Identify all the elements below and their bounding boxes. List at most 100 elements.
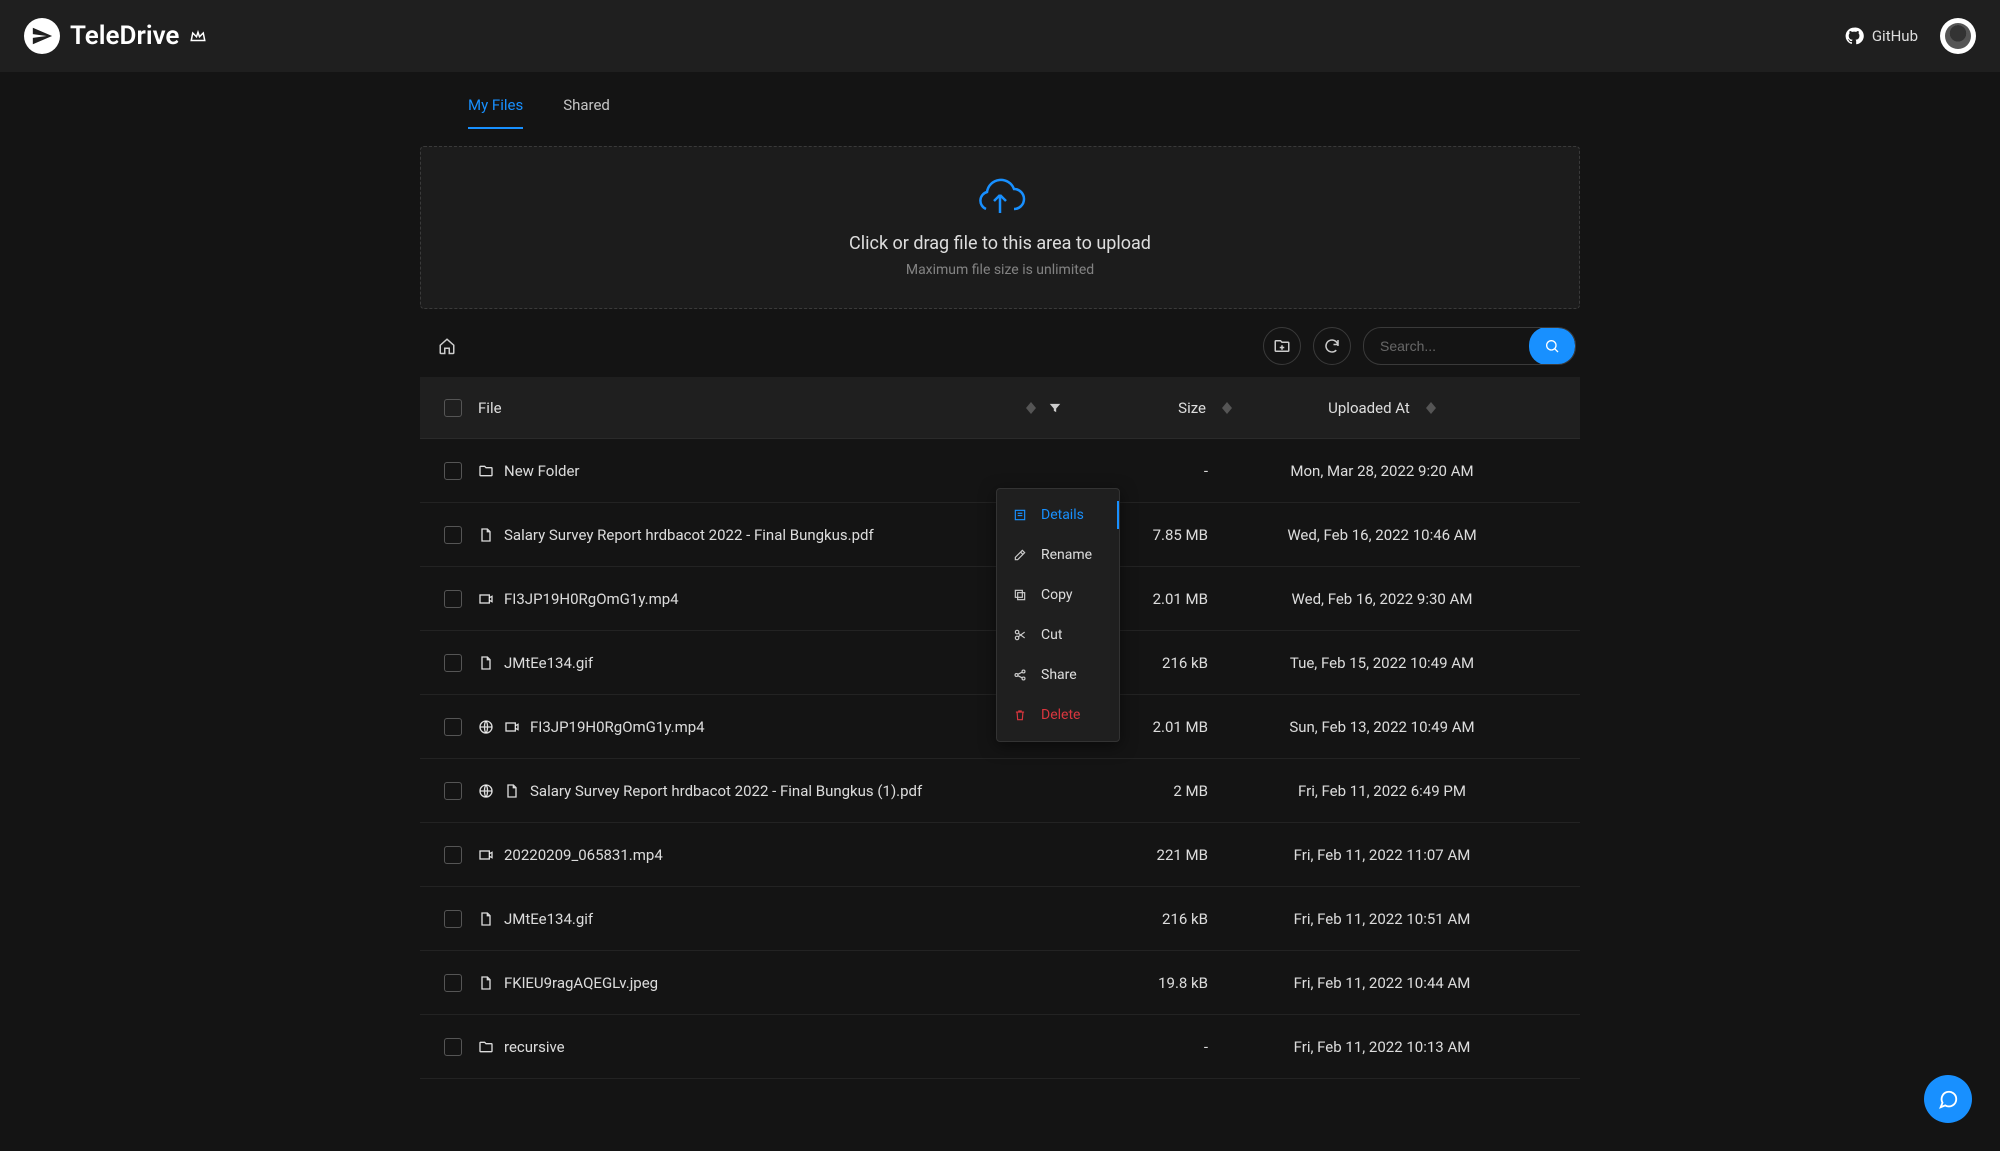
row-checkbox[interactable] [444, 910, 462, 928]
row-checkbox[interactable] [444, 974, 462, 992]
file-date: Mon, Mar 28, 2022 9:20 AM [1232, 462, 1532, 480]
video-icon [478, 591, 494, 607]
file-name: recursive [504, 1038, 565, 1056]
chat-fab[interactable] [1924, 1075, 1972, 1123]
select-all-checkbox[interactable] [444, 399, 462, 417]
ctx-copy[interactable]: Copy [997, 575, 1119, 615]
row-checkbox[interactable] [444, 590, 462, 608]
search-input[interactable] [1364, 338, 1529, 354]
file-cell[interactable]: JMtEe134.gif [478, 910, 1062, 928]
column-size[interactable]: Size [1062, 399, 1232, 417]
dropzone-title: Click or drag file to this area to uploa… [421, 233, 1579, 254]
ctx-details[interactable]: Details [997, 495, 1119, 535]
table-row[interactable]: 20220209_065831.mp4221 MBFri, Feb 11, 20… [420, 823, 1580, 887]
file-size: 221 MB [1062, 846, 1232, 864]
github-link[interactable]: GitHub [1844, 26, 1918, 46]
tab-my-files[interactable]: My Files [468, 82, 523, 128]
file-date: Tue, Feb 15, 2022 10:49 AM [1232, 654, 1532, 672]
file-date: Fri, Feb 11, 2022 10:44 AM [1232, 974, 1532, 992]
edit-icon [1013, 548, 1029, 562]
ctx-cut[interactable]: Cut [997, 615, 1119, 655]
folder-icon [478, 463, 494, 479]
avatar[interactable] [1940, 18, 1976, 54]
file-date: Fri, Feb 11, 2022 6:49 PM [1232, 782, 1532, 800]
file-cell[interactable]: JMtEe134.gif [478, 654, 1062, 672]
sort-icon [1026, 402, 1036, 414]
sort-icon [1222, 402, 1232, 414]
sort-icon [1426, 402, 1436, 414]
file-date: Wed, Feb 16, 2022 10:46 AM [1232, 526, 1532, 544]
file-size: - [1062, 462, 1232, 480]
telegram-cloud-icon [24, 18, 60, 54]
crown-icon [189, 27, 207, 45]
breadcrumb-home-icon[interactable] [432, 331, 462, 361]
brand-name: TeleDrive [70, 21, 179, 51]
row-checkbox[interactable] [444, 1038, 462, 1056]
row-checkbox[interactable] [444, 526, 462, 544]
row-checkbox[interactable] [444, 462, 462, 480]
search-icon [1544, 338, 1560, 354]
add-folder-button[interactable] [1263, 327, 1301, 365]
row-checkbox[interactable] [444, 654, 462, 672]
file-cell[interactable]: FI3JP19H0RgOmG1y.mp4 [478, 718, 1062, 736]
github-label: GitHub [1872, 27, 1918, 45]
table-header: File Size Uploaded At [420, 377, 1580, 439]
file-date: Wed, Feb 16, 2022 9:30 AM [1232, 590, 1532, 608]
row-checkbox[interactable] [444, 846, 462, 864]
table-row[interactable]: Salary Survey Report hrdbacot 2022 - Fin… [420, 759, 1580, 823]
upload-dropzone[interactable]: Click or drag file to this area to uploa… [420, 146, 1580, 309]
trash-icon [1013, 708, 1029, 722]
video-icon [478, 847, 494, 863]
share-icon [1013, 668, 1029, 682]
file-cell[interactable]: FI3JP19H0RgOmG1y.mp4 [478, 590, 1062, 608]
column-file[interactable]: File [478, 399, 1062, 417]
file-name: JMtEe134.gif [504, 654, 593, 672]
file-size: 2 MB [1062, 782, 1232, 800]
header-right: GitHub [1844, 18, 1976, 54]
column-uploaded[interactable]: Uploaded At [1232, 399, 1532, 417]
row-checkbox[interactable] [444, 718, 462, 736]
tabs: My Files Shared [420, 72, 1580, 128]
file-name: FI3JP19H0RgOmG1y.mp4 [530, 718, 705, 736]
ctx-delete[interactable]: Delete [997, 695, 1119, 735]
file-name: Salary Survey Report hrdbacot 2022 - Fin… [530, 782, 922, 800]
app-header: TeleDrive GitHub [0, 0, 2000, 72]
file-cell[interactable]: recursive [478, 1038, 1062, 1056]
file-cell[interactable]: Salary Survey Report hrdbacot 2022 - Fin… [478, 526, 1062, 544]
file-name: FI3JP19H0RgOmG1y.mp4 [504, 590, 679, 608]
file-icon [478, 655, 494, 671]
file-cell[interactable]: 20220209_065831.mp4 [478, 846, 1062, 864]
file-name: FKlEU9ragAQEGLv.jpeg [504, 974, 658, 992]
toolbar [420, 309, 1580, 377]
search-button[interactable] [1529, 327, 1575, 365]
ctx-rename[interactable]: Rename [997, 535, 1119, 575]
file-size: - [1062, 1038, 1232, 1056]
github-icon [1844, 26, 1864, 46]
row-checkbox[interactable] [444, 782, 462, 800]
table-row[interactable]: recursive-Fri, Feb 11, 2022 10:13 AM [420, 1015, 1580, 1079]
refresh-button[interactable] [1313, 327, 1351, 365]
file-size: 19.8 kB [1062, 974, 1232, 992]
table-row[interactable]: JMtEe134.gif216 kBFri, Feb 11, 2022 10:5… [420, 887, 1580, 951]
table-row[interactable]: FKlEU9ragAQEGLv.jpeg 19.8 kBFri, Feb 11, … [420, 951, 1580, 1015]
ctx-share[interactable]: Share [997, 655, 1119, 695]
chat-icon [1937, 1088, 1959, 1110]
brand-logo[interactable]: TeleDrive [24, 18, 207, 54]
file-cell[interactable]: New Folder [478, 462, 1062, 480]
dropzone-subtitle: Maximum file size is unlimited [421, 262, 1579, 278]
details-icon [1013, 508, 1029, 522]
file-name: JMtEe134.gif [504, 910, 593, 928]
folder-plus-icon [1273, 337, 1291, 355]
video-icon [504, 719, 520, 735]
search-box [1363, 327, 1576, 365]
filter-icon[interactable] [1048, 401, 1062, 415]
file-icon [504, 783, 520, 799]
file-icon [478, 975, 494, 991]
refresh-icon [1323, 337, 1341, 355]
tab-shared[interactable]: Shared [563, 82, 610, 128]
file-icon [478, 911, 494, 927]
file-cell[interactable]: Salary Survey Report hrdbacot 2022 - Fin… [478, 782, 1062, 800]
file-cell[interactable]: FKlEU9ragAQEGLv.jpeg [478, 974, 1062, 992]
file-date: Sun, Feb 13, 2022 10:49 AM [1232, 718, 1532, 736]
file-name: New Folder [504, 462, 579, 480]
